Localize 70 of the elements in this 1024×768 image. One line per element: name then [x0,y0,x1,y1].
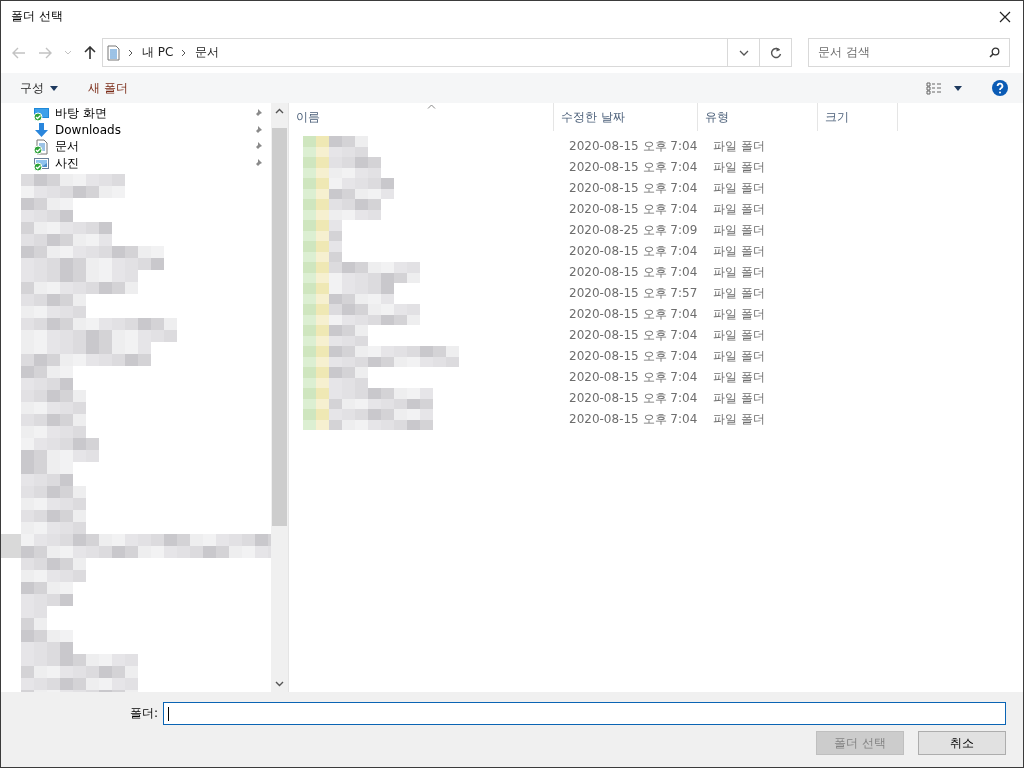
date-modified-cell-text: 2020-08-15 오후 7:04 [568,369,699,386]
pixelated-block [21,390,86,414]
close-icon[interactable] [999,10,1011,23]
navigation-item[interactable]: 문서 [1,138,271,155]
column-header[interactable]: 수정한 날짜 [554,103,698,131]
date-modified-cell-text: 2020-08-15 오후 7:04 [568,390,699,407]
type-cell-text: 파일 폴더 [712,201,766,218]
type-cell-text: 파일 폴더 [712,327,766,344]
caret-down-icon [50,85,58,91]
date-modified-cell-text: 2020-08-15 오후 7:04 [568,264,699,281]
date-modified-cell-text: 2020-08-15 오후 7:04 [568,306,699,323]
date-modified-cell-text: 2020-08-15 오후 7:04 [568,201,699,218]
date-modified-cell-text: 2020-08-15 오후 7:04 [568,327,699,344]
organize-button[interactable]: 구성 [20,79,58,97]
navigation-item[interactable]: Downloads [1,122,271,138]
folder-input-field[interactable] [163,702,1006,725]
type-cell-text: 파일 폴더 [712,264,766,281]
navigation-item[interactable]: 바탕 화면 [1,105,271,122]
help-icon[interactable] [992,80,1008,96]
address-bar[interactable]: 내 PC 문서 [102,38,792,67]
date-modified-cell-text: 2020-08-15 오후 7:04 [568,348,699,365]
picture-icon [33,155,50,172]
type-cell-text: 파일 폴더 [712,243,766,260]
breadcrumb-item[interactable]: 문서 [195,44,220,61]
refresh-icon[interactable] [769,46,782,59]
chevron-right-icon [128,48,134,57]
date-modified-cell-text: 2020-08-15 오후 7:04 [568,180,699,197]
cancel-button[interactable]: 취소 [918,731,1006,755]
pixelated-block [21,486,86,510]
date-modified-cell-text: 2020-08-15 오후 7:57 [568,285,699,302]
column-header[interactable]: 이름 [289,103,554,131]
download-arrow-icon [33,122,50,138]
desktop-icon [33,105,50,122]
new-folder-button[interactable]: 새 폴더 [88,79,128,97]
type-cell-text: 파일 폴더 [712,180,766,197]
pixelated-block [21,414,86,438]
type-cell-text: 파일 폴더 [712,369,766,386]
type-cell-text: 파일 폴더 [712,222,766,239]
date-modified-cell-text: 2020-08-15 오후 7:04 [568,411,699,428]
search-icon[interactable] [989,47,1000,58]
type-cell-text: 파일 폴더 [712,348,766,365]
type-cell-text: 파일 폴더 [712,138,766,155]
scroll-up-icon[interactable] [275,108,284,114]
document-icon [33,138,50,155]
scrollbar-thumb[interactable] [272,128,287,526]
date-modified-cell-text: 2020-08-25 오후 7:09 [568,222,699,239]
type-cell-text: 파일 폴더 [712,306,766,323]
search-field[interactable]: 문서 검색 [808,38,1010,67]
type-cell-text: 파일 폴더 [712,411,766,428]
scroll-down-icon[interactable] [275,681,284,687]
type-cell-text: 파일 폴더 [712,285,766,302]
caret-down-icon[interactable] [954,85,962,91]
column-header[interactable]: 유형 [698,103,818,131]
document-icon [107,44,120,61]
pixelated-block [303,136,368,158]
up-arrow-icon[interactable] [84,45,96,60]
window-title: 폴더 선택 [11,8,63,25]
view-options-icon[interactable] [926,81,942,95]
date-modified-cell-text: 2020-08-15 오후 7:04 [568,243,699,260]
date-modified-cell-text: 2020-08-15 오후 7:04 [568,138,699,155]
type-cell-text: 파일 폴더 [712,390,766,407]
folder-label: 폴더: [129,705,158,722]
date-modified-cell-text: 2020-08-15 오후 7:04 [568,159,699,176]
breadcrumb-item[interactable]: 내 PC [142,44,174,61]
type-cell-text: 파일 폴더 [712,159,766,176]
chevron-right-icon [181,48,188,57]
navigation-item[interactable]: 사진 [1,155,271,172]
column-header[interactable]: 크기 [818,103,898,131]
scrollbar[interactable] [271,103,288,692]
chevron-down-icon[interactable] [738,49,749,56]
